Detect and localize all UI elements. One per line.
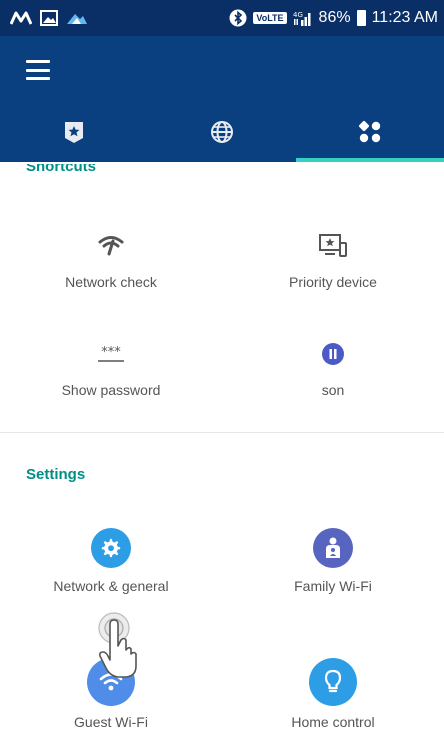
settings-family-wifi[interactable]: Family Wi-Fi (222, 528, 444, 594)
shortcut-label: Network check (65, 274, 157, 290)
svg-text:***: *** (101, 345, 121, 360)
volte-badge: VoLTE (253, 12, 287, 24)
bluetooth-icon (229, 9, 247, 27)
globe-icon (210, 120, 234, 149)
tab-more[interactable] (296, 106, 444, 162)
battery-icon (356, 10, 366, 26)
signal-icon: 4G (293, 10, 313, 26)
battery-percent: 86% (318, 9, 351, 26)
shortcut-label: Priority device (289, 274, 377, 290)
tab-bar (0, 106, 444, 162)
clock: 11:23 AM (371, 9, 438, 26)
grid-dots-icon (358, 120, 382, 149)
gallery-icon (40, 10, 58, 26)
network-check-icon (97, 228, 125, 264)
shortcut-pause-son[interactable]: son (222, 336, 444, 398)
tap-hand-icon (92, 610, 152, 685)
settings-label: Guest Wi-Fi (74, 714, 148, 730)
settings-label: Network & general (53, 578, 169, 594)
password-icon: *** (95, 336, 127, 372)
app-bar (0, 36, 444, 162)
section-divider (0, 432, 444, 433)
shortcut-priority-device[interactable]: Priority device (222, 228, 444, 290)
shortcut-label: Show password (61, 382, 161, 398)
shield-star-icon (63, 120, 85, 149)
pause-icon (321, 336, 345, 372)
tab-home[interactable] (0, 106, 148, 162)
family-icon (313, 528, 353, 568)
settings-home-control[interactable]: Home control (222, 658, 444, 730)
notification-m-icon (10, 11, 32, 25)
shortcut-label: son (321, 382, 345, 398)
lightbulb-icon (309, 658, 357, 706)
priority-device-icon (318, 228, 348, 264)
gear-icon (91, 528, 131, 568)
settings-title: Settings (26, 466, 86, 483)
settings-label: Family Wi-Fi (294, 578, 372, 594)
settings-network-general[interactable]: Network & general (0, 528, 222, 594)
settings-label: Home control (291, 714, 375, 730)
app-logo-icon (66, 11, 88, 25)
menu-icon[interactable] (26, 60, 50, 80)
shortcut-network-check[interactable]: Network check (0, 228, 222, 290)
tab-internet[interactable] (148, 106, 296, 162)
svg-text:4G: 4G (293, 11, 303, 19)
shortcut-show-password[interactable]: *** Show password (0, 336, 222, 398)
status-bar: VoLTE 4G 86% 11:23 AM (0, 0, 444, 36)
